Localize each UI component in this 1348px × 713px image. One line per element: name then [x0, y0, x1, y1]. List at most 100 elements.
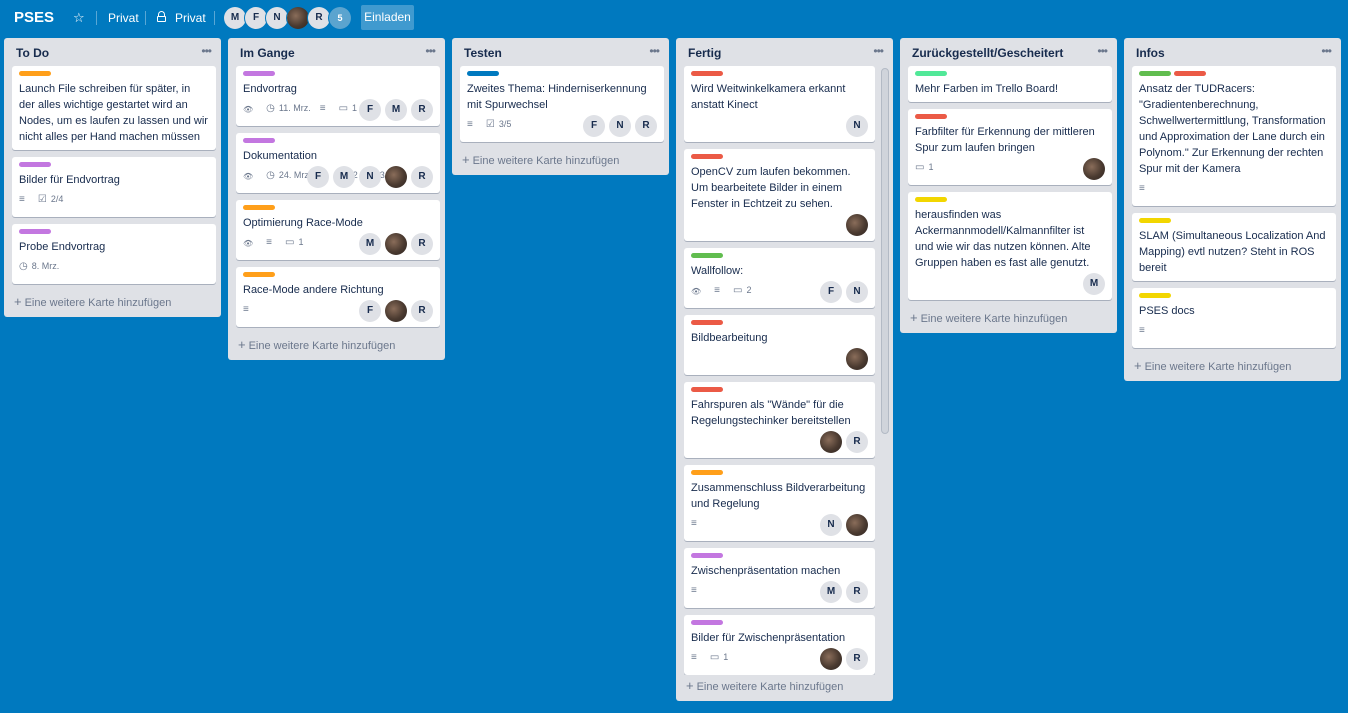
star-icon[interactable]: ☆	[73, 10, 85, 26]
member-avatar[interactable]: M	[333, 166, 355, 188]
member-avatar[interactable]	[385, 166, 407, 188]
card[interactable]: Bilder für Endvortrag ≡ ☑ 2/4	[12, 157, 216, 217]
add-card-button[interactable]: + Eine weitere Karte hinzufügen	[900, 307, 1117, 333]
list-menu-icon[interactable]: •••	[1321, 44, 1332, 58]
label-orange[interactable]	[243, 205, 275, 210]
label-red[interactable]	[691, 320, 723, 325]
member-avatar[interactable]: N	[266, 7, 288, 29]
card[interactable]: Bilder für Zwischenpräsentation ≡ ▭ 1 R	[684, 615, 875, 675]
member-avatar[interactable]	[846, 514, 868, 536]
member-avatar[interactable]: R	[308, 7, 330, 29]
label-green[interactable]	[1139, 71, 1171, 76]
member-avatar[interactable]	[846, 214, 868, 236]
card[interactable]: Ansatz der TUDRacers: "Gradientenberechn…	[1132, 66, 1336, 206]
member-avatar[interactable]: N	[609, 115, 631, 137]
list-menu-icon[interactable]: •••	[873, 44, 884, 58]
member-avatar[interactable]: N	[359, 166, 381, 188]
label-purple[interactable]	[19, 162, 51, 167]
member-avatar[interactable]: F	[359, 99, 381, 121]
member-avatar[interactable]: M	[359, 233, 381, 255]
member-avatar[interactable]	[820, 431, 842, 453]
label-purple[interactable]	[691, 553, 723, 558]
add-card-button[interactable]: + Eine weitere Karte hinzufügen	[1124, 355, 1341, 381]
label-purple[interactable]	[243, 138, 275, 143]
card[interactable]: Endvortrag 👁 ◷ 11. Mrz. ≡ ▭ 1 F M R	[236, 66, 440, 126]
list-title[interactable]: Zurückgestellt/Gescheitert	[912, 46, 1063, 60]
member-avatar[interactable]: R	[846, 648, 868, 670]
add-card-button[interactable]: + Eine weitere Karte hinzufügen	[676, 675, 893, 701]
member-avatar[interactable]	[1083, 158, 1105, 180]
list-scrollbar[interactable]	[881, 68, 889, 434]
member-avatar[interactable]: N	[846, 281, 868, 303]
list-menu-icon[interactable]: •••	[649, 44, 660, 58]
member-avatar[interactable]	[846, 348, 868, 370]
board-title[interactable]: PSES	[14, 9, 54, 26]
list-title[interactable]: To Do	[16, 46, 49, 60]
label-red[interactable]	[1174, 71, 1206, 76]
member-avatar[interactable]: M	[820, 581, 842, 603]
label-yellow[interactable]	[915, 197, 947, 202]
member-avatar[interactable]	[820, 648, 842, 670]
board-visibility-button[interactable]: Privat	[175, 11, 206, 25]
list-menu-icon[interactable]: •••	[425, 44, 436, 58]
card[interactable]: Farbfilter für Erkennung der mittleren S…	[908, 109, 1112, 185]
card[interactable]: herausfinden was Ackermannmodell/Kalmann…	[908, 192, 1112, 300]
member-avatar[interactable]: F	[583, 115, 605, 137]
member-avatar[interactable]	[287, 7, 309, 29]
list-title[interactable]: Im Gange	[240, 46, 295, 60]
member-avatar[interactable]: F	[359, 300, 381, 322]
label-red[interactable]	[915, 114, 947, 119]
card[interactable]: Zwischenpräsentation machen ≡ M R	[684, 548, 875, 608]
add-card-button[interactable]: + Eine weitere Karte hinzufügen	[452, 149, 669, 175]
card[interactable]: Bildbearbeitung	[684, 315, 875, 375]
member-avatar[interactable]	[385, 300, 407, 322]
member-avatar[interactable]: R	[411, 166, 433, 188]
member-avatar[interactable]: F	[245, 7, 267, 29]
card[interactable]: OpenCV zum laufen bekommen. Um bearbeite…	[684, 149, 875, 241]
list-menu-icon[interactable]: •••	[201, 44, 212, 58]
member-avatar[interactable]: R	[846, 431, 868, 453]
list-menu-icon[interactable]: •••	[1097, 44, 1108, 58]
add-card-button[interactable]: + Eine weitere Karte hinzufügen	[228, 334, 445, 360]
card[interactable]: Optimierung Race-Mode 👁 ≡ ▭ 1 M R	[236, 200, 440, 260]
card[interactable]: Fahrspuren als "Wände" für die Regelungs…	[684, 382, 875, 458]
member-avatar[interactable]: R	[635, 115, 657, 137]
member-avatar[interactable]: N	[820, 514, 842, 536]
card[interactable]: Probe Endvortrag ◷ 8. Mrz.	[12, 224, 216, 284]
card[interactable]: Zweites Thema: Hinderniserkennung mit Sp…	[460, 66, 664, 142]
label-green[interactable]	[691, 253, 723, 258]
member-avatar[interactable]: F	[820, 281, 842, 303]
label-orange[interactable]	[691, 470, 723, 475]
card[interactable]: Wird Weitwinkelkamera erkannt anstatt Ki…	[684, 66, 875, 142]
member-avatar[interactable]: R	[411, 300, 433, 322]
label-red[interactable]	[691, 387, 723, 392]
member-avatar[interactable]: R	[846, 581, 868, 603]
label-orange[interactable]	[243, 272, 275, 277]
member-avatar[interactable]: M	[1083, 273, 1105, 295]
label-lime[interactable]	[915, 71, 947, 76]
member-avatar[interactable]: M	[224, 7, 246, 29]
lock-icon[interactable]	[157, 11, 166, 23]
member-count-badge[interactable]: 5	[329, 7, 351, 29]
list-title[interactable]: Infos	[1136, 46, 1165, 60]
member-avatar[interactable]: F	[307, 166, 329, 188]
member-avatar[interactable]: R	[411, 99, 433, 121]
card[interactable]: SLAM (Simultaneous Localization And Mapp…	[1132, 213, 1336, 281]
invite-button[interactable]: Einladen	[361, 5, 414, 30]
label-purple[interactable]	[19, 229, 51, 234]
label-blue[interactable]	[467, 71, 499, 76]
member-avatar[interactable]: M	[385, 99, 407, 121]
label-purple[interactable]	[691, 620, 723, 625]
team-visibility-button[interactable]: Privat	[108, 11, 139, 25]
label-red[interactable]	[691, 71, 723, 76]
member-avatar[interactable]	[385, 233, 407, 255]
label-yellow[interactable]	[1139, 293, 1171, 298]
card[interactable]: Mehr Farben im Trello Board!	[908, 66, 1112, 102]
list-title[interactable]: Fertig	[688, 46, 721, 60]
card[interactable]: PSES docs ≡	[1132, 288, 1336, 348]
label-red[interactable]	[691, 154, 723, 159]
member-avatar[interactable]: R	[411, 233, 433, 255]
member-avatar[interactable]: N	[846, 115, 868, 137]
card[interactable]: Dokumentation👁◷24. Mrz.≡▭2☑3/6FMNR	[236, 133, 440, 193]
list-title[interactable]: Testen	[464, 46, 502, 60]
